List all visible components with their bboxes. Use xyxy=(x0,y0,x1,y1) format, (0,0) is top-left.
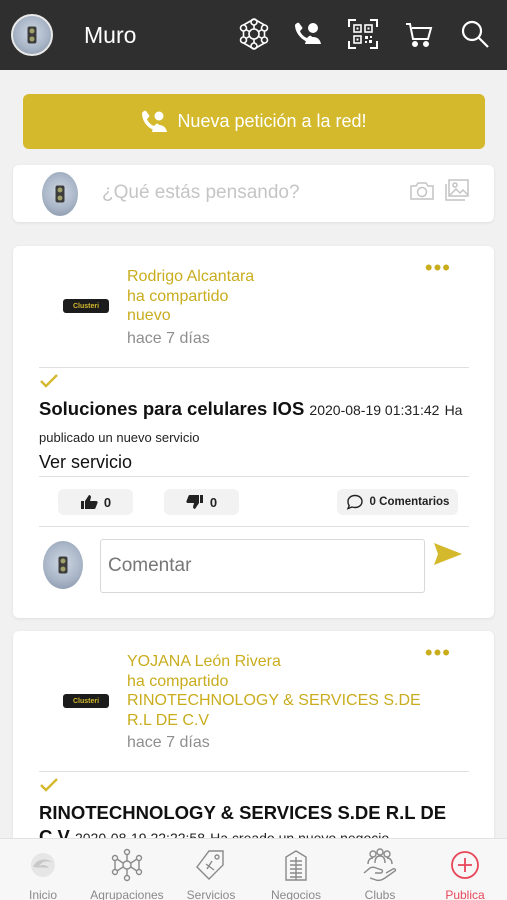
comment-count: 0 Comentarios xyxy=(369,496,450,508)
nav-inicio[interactable]: Inicio xyxy=(1,839,85,900)
author-name[interactable]: Rodrigo Alcantara xyxy=(127,267,254,287)
new-request-label: Nueva petición a la red! xyxy=(177,111,367,131)
company-logo: Clusteri xyxy=(63,694,109,708)
comments-button[interactable]: 0 Comentarios xyxy=(337,489,458,515)
groups-network-icon xyxy=(111,848,143,882)
new-request-button[interactable]: Nueva petición a la red! xyxy=(23,94,485,149)
contact-phone-icon xyxy=(142,110,168,132)
nav-agrupaciones[interactable]: Agrupaciones xyxy=(85,839,169,900)
like-count: 0 xyxy=(103,494,112,510)
divider xyxy=(39,367,469,368)
nav-negocios[interactable]: Negocios xyxy=(254,839,338,900)
nav-servicios[interactable]: Servicios xyxy=(169,839,253,900)
search-icon[interactable] xyxy=(458,17,492,51)
author-action: ha compartido xyxy=(127,287,229,305)
contact-phone-icon[interactable] xyxy=(291,17,325,51)
post-author[interactable]: Rodrigo Alcantara ha compartido nuevo xyxy=(127,267,254,326)
hand-people-icon xyxy=(363,848,397,882)
thumbs-up-icon xyxy=(80,495,98,509)
headline-text: Soluciones para celulares IOS xyxy=(39,398,305,419)
user-avatar[interactable] xyxy=(11,14,53,56)
nav-clubs[interactable]: Clubs xyxy=(338,839,422,900)
divider xyxy=(39,526,469,527)
bottom-nav: Inicio Agrupaciones Servicios Negocios C… xyxy=(0,838,507,900)
nav-label: Publica xyxy=(445,888,485,900)
composer-placeholder[interactable]: ¿Qué estás pensando? xyxy=(102,182,300,204)
nav-label: Clubs xyxy=(364,888,396,900)
author-name[interactable]: YOJANA León Rivera xyxy=(127,652,421,672)
nav-label: Agrupaciones xyxy=(90,888,164,900)
post-headline: Soluciones para celulares IOS 2020-08-19… xyxy=(39,397,479,422)
top-bar: Muro xyxy=(0,0,507,70)
comment-bubble-icon xyxy=(346,494,363,510)
dislike-count: 0 xyxy=(209,494,218,510)
qr-code-icon[interactable] xyxy=(346,17,380,51)
composer-avatar xyxy=(42,172,78,216)
company-logo: Clusteri xyxy=(63,299,109,313)
thumbs-down-icon xyxy=(186,495,203,509)
nav-label: Negocios xyxy=(270,888,322,900)
send-icon[interactable] xyxy=(433,542,463,566)
page-title: Muro xyxy=(84,22,137,48)
post-time: hace 7 días xyxy=(127,330,210,347)
author-target-cont: R.L DE C.V xyxy=(127,711,210,729)
like-button[interactable]: 0 xyxy=(58,489,133,515)
view-service-link[interactable]: Ver servicio xyxy=(39,452,132,473)
cart-icon[interactable] xyxy=(402,17,436,51)
post-card: Clusteri YOJANA León Rivera ha compartid… xyxy=(13,631,494,871)
building-icon xyxy=(285,850,307,881)
author-target: nuevo xyxy=(127,307,171,324)
nav-publica[interactable]: Publica xyxy=(423,839,507,900)
post-card: Clusteri Rodrigo Alcantara ha compartido… xyxy=(13,246,494,618)
post-author[interactable]: YOJANA León Rivera ha compartido RINOTEC… xyxy=(127,652,421,730)
check-icon xyxy=(40,374,58,388)
plus-circle-icon xyxy=(451,851,479,879)
camera-icon[interactable] xyxy=(409,180,435,202)
commenter-avatar xyxy=(43,541,83,589)
post-subtitle: publicado un nuevo servicio xyxy=(39,430,200,445)
nav-label: Inicio xyxy=(28,888,57,900)
home-swirl-icon xyxy=(31,853,55,877)
comment-input[interactable] xyxy=(100,539,425,593)
author-target: RINOTECHNOLOGY & SERVICES S.DE xyxy=(127,692,421,709)
more-options-icon[interactable]: ••• xyxy=(425,257,451,279)
more-options-icon[interactable]: ••• xyxy=(425,642,451,664)
post-time: hace 7 días xyxy=(127,734,210,751)
dislike-button[interactable]: 0 xyxy=(164,489,239,515)
price-tag-icon xyxy=(196,850,224,880)
nav-label: Servicios xyxy=(186,888,236,900)
author-action: ha compartido xyxy=(127,672,229,690)
network-icon[interactable] xyxy=(237,17,271,51)
post-meta: Ha xyxy=(444,402,463,418)
post-date: 2020-08-19 01:31:42 xyxy=(309,402,440,418)
image-icon[interactable] xyxy=(444,178,470,202)
post-composer[interactable]: ¿Qué estás pensando? xyxy=(13,165,494,222)
check-icon xyxy=(40,778,58,792)
divider xyxy=(39,476,469,477)
divider xyxy=(39,771,469,772)
